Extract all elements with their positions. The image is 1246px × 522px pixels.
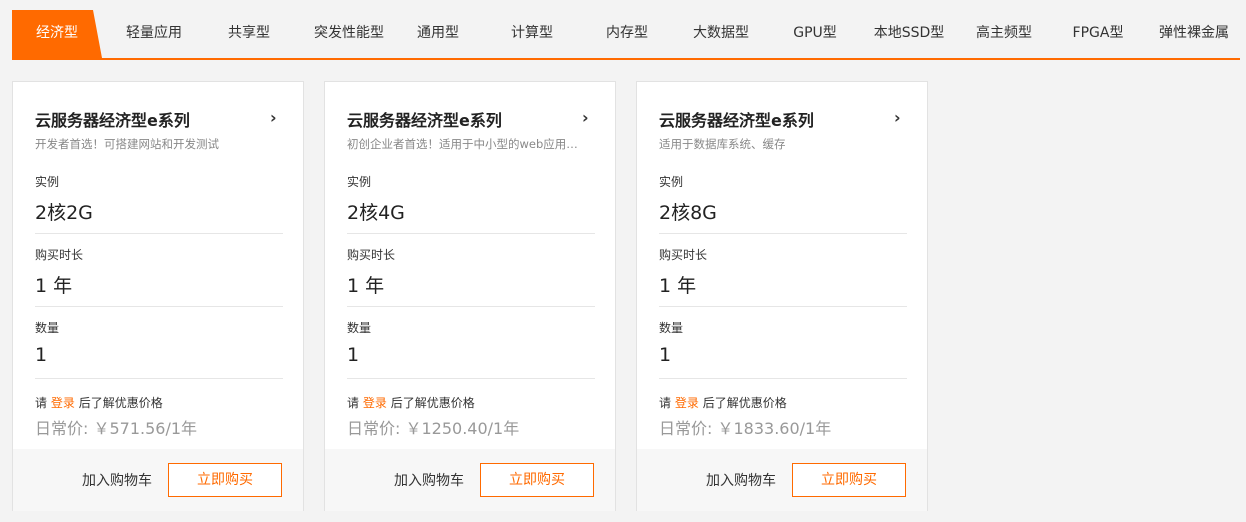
product-card: 云服务器经济型e系列 › 开发者首选！可搭建网站和开发测试 实例 2核2G 购买… [12,81,304,511]
card-footer: 加入购物车 立即购买 [637,449,927,511]
tab-burstable[interactable]: 突发性能型 [294,10,404,58]
login-prefix: 请 [659,396,672,410]
instance-label: 实例 [35,175,60,189]
duration-label: 购买时长 [659,248,708,262]
card-description: 开发者首选！可搭建网站和开发测试 [35,137,219,151]
instance-value[interactable]: 2核2G [35,198,93,225]
login-prefix: 请 [35,396,48,410]
add-to-cart-button[interactable]: 加入购物车 [706,470,776,490]
login-prompt: 请 登录 后了解优惠价格 [35,394,163,411]
login-suffix: 后了解优惠价格 [702,396,787,410]
product-card: 云服务器经济型e系列 › 适用于数据库系统、缓存 实例 2核8G 购买时长 1 … [636,81,928,511]
tab-local-ssd[interactable]: 本地SSD型 [866,10,952,58]
tab-economy[interactable]: 经济型 [12,10,102,58]
tab-compute[interactable]: 计算型 [497,10,567,58]
divider [347,378,595,379]
divider [35,378,283,379]
card-title[interactable]: 云服务器经济型e系列 [35,107,190,131]
tab-fpga[interactable]: FPGA型 [1064,10,1132,58]
divider [35,306,283,307]
divider [659,378,907,379]
card-title[interactable]: 云服务器经济型e系列 [659,107,814,131]
login-link[interactable]: 登录 [675,396,699,410]
divider [659,233,907,234]
login-suffix: 后了解优惠价格 [78,396,163,410]
instance-value[interactable]: 2核8G [659,198,717,225]
duration-label: 购买时长 [35,248,84,262]
card-footer: 加入购物车 立即购买 [13,449,303,511]
add-to-cart-button[interactable]: 加入购物车 [82,470,152,490]
chevron-right-icon[interactable]: › [582,108,589,127]
duration-value[interactable]: 1 年 [659,271,696,298]
login-prompt: 请 登录 后了解优惠价格 [347,394,475,411]
add-to-cart-button[interactable]: 加入购物车 [394,470,464,490]
divider [347,306,595,307]
buy-now-button[interactable]: 立即购买 [792,463,906,497]
login-link[interactable]: 登录 [363,396,387,410]
quantity-label: 数量 [659,321,684,335]
quantity-value[interactable]: 1 [347,344,359,366]
tab-high-frequency[interactable]: 高主频型 [967,10,1041,58]
login-suffix: 后了解优惠价格 [390,396,475,410]
instance-value[interactable]: 2核4G [347,198,405,225]
card-description: 初创企业者首选！适用于中小型的web应用… [347,137,578,151]
tab-big-data[interactable]: 大数据型 [684,10,758,58]
card-footer: 加入购物车 立即购买 [325,449,615,511]
quantity-label: 数量 [35,321,60,335]
duration-value[interactable]: 1 年 [347,271,384,298]
login-prefix: 请 [347,396,360,410]
regular-price: 日常价: ￥1250.40/1年 [347,419,520,438]
tab-shared[interactable]: 共享型 [204,10,294,58]
quantity-value[interactable]: 1 [659,344,671,366]
buy-now-button[interactable]: 立即购买 [168,463,282,497]
regular-price: 日常价: ￥571.56/1年 [35,419,198,438]
chevron-right-icon[interactable]: › [270,108,277,127]
tab-lightweight[interactable]: 轻量应用 [104,10,204,58]
chevron-right-icon[interactable]: › [894,108,901,127]
tab-gpu[interactable]: GPU型 [784,10,846,58]
product-category-tabs: 经济型 轻量应用 共享型 突发性能型 通用型 计算型 内存型 大数据型 GPU型… [12,10,1240,60]
instance-label: 实例 [347,175,372,189]
regular-price: 日常价: ￥1833.60/1年 [659,419,832,438]
divider [659,306,907,307]
divider [35,233,283,234]
quantity-label: 数量 [347,321,372,335]
duration-label: 购买时长 [347,248,396,262]
login-prompt: 请 登录 后了解优惠价格 [659,394,787,411]
tab-bare-metal[interactable]: 弹性裸金属 [1148,10,1240,58]
duration-value[interactable]: 1 年 [35,271,72,298]
buy-now-button[interactable]: 立即购买 [480,463,594,497]
divider [347,233,595,234]
instance-label: 实例 [659,175,684,189]
quantity-value[interactable]: 1 [35,344,47,366]
card-description: 适用于数据库系统、缓存 [659,137,786,151]
product-card: 云服务器经济型e系列 › 初创企业者首选！适用于中小型的web应用… 实例 2核… [324,81,616,511]
tab-general-purpose[interactable]: 通用型 [404,10,472,58]
card-title[interactable]: 云服务器经济型e系列 [347,107,502,131]
tab-memory[interactable]: 内存型 [592,10,662,58]
login-link[interactable]: 登录 [51,396,75,410]
